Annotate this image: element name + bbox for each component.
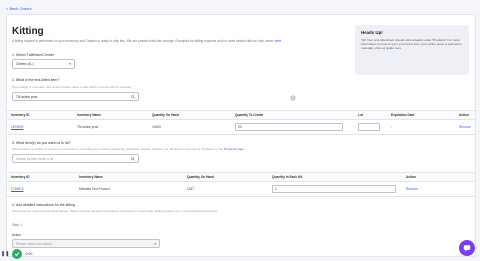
col-action: Action: [402, 172, 475, 182]
table-row: 1739876 Midnatts Test Product 1157 1 Rem…: [7, 181, 475, 197]
page-title: Kitting: [12, 26, 44, 37]
step1-label: 1. Select Fulfillment Center: [12, 53, 55, 57]
pause-icon[interactable]: ❚❚: [1, 251, 9, 257]
expiration-date: -: [387, 119, 455, 135]
quantity-in-kit-input[interactable]: 1: [272, 185, 396, 193]
col-quantity-to-create: Quantity To Create: [231, 110, 354, 120]
inventory-id-link[interactable]: 1875609: [11, 125, 23, 129]
chevron-down-icon: ▾: [69, 62, 71, 66]
end-kitted-item-search[interactable]: TM action prod: [12, 92, 139, 101]
kit-item-search[interactable]: Search by item name or id: [12, 154, 139, 163]
action-select[interactable]: Please select an action... ▾: [12, 239, 160, 248]
col-quantity-on-hand: Quantity On Hand: [183, 172, 268, 182]
action-label: Action: [12, 233, 21, 237]
step-title: Step 1: [12, 223, 23, 227]
col-inventory-id: Inventory ID: [7, 110, 73, 120]
heads-up-panel: Heads Up! Tip! Your end-kitted item shou…: [355, 25, 469, 75]
col-inventory-name: Inventory Name: [73, 110, 148, 120]
remove-button[interactable]: Remove: [459, 125, 471, 129]
end-kitted-item-table: Inventory ID Inventory Name Quantity On …: [7, 110, 475, 135]
kit-items-table: Inventory ID Inventory Name Quantity On …: [7, 172, 475, 197]
back-orders-link[interactable]: < Back Orders: [6, 6, 32, 11]
col-lot: Lot: [354, 110, 387, 120]
step4-helper: Add a step for every product listed abov…: [12, 209, 218, 213]
col-inventory-name: Inventory Name: [75, 172, 183, 182]
heads-up-body: Tip! Your end-kitted item should exist a…: [361, 38, 462, 51]
col-action: Action: [455, 110, 475, 120]
lot-input[interactable]: [358, 123, 380, 131]
chat-button[interactable]: [459, 240, 475, 256]
col-inventory-id: Inventory ID: [7, 172, 75, 182]
guide-link[interactable]: here: [395, 46, 401, 50]
check-icon[interactable]: [12, 249, 23, 259]
inventory-name: Midnatts Test Product: [75, 181, 183, 197]
col-quantity-on-hand: Quantity On Hand: [148, 110, 231, 120]
table-row: 1875609 TM action prod 10000 20 - Remove: [7, 119, 475, 135]
step3-helper: Add all items you'd like to include in y…: [12, 147, 244, 151]
chevron-down-icon: ▾: [154, 241, 156, 246]
step2-label: 2. What is the end-kitted item?: [12, 78, 60, 82]
col-quantity-in-each-kit: Quantity In Each Kit: [268, 172, 402, 182]
step4-label: 4. Add detailed instructions for the kit…: [12, 203, 75, 207]
recorder-toolbar: ❚❚ 0:00: [1, 248, 32, 260]
fulfillment-center-select[interactable]: Cintero (IL) ▾: [12, 59, 75, 69]
chat-icon: [463, 245, 471, 252]
step2-helper: Once kitting is complete, this is the pr…: [12, 85, 132, 89]
search-icon: [131, 94, 135, 99]
inventory-id-link[interactable]: 1739876: [11, 187, 23, 191]
remove-button[interactable]: Remove: [406, 187, 418, 191]
step3-label: 3. What item(s) do you want us to kit?: [12, 141, 71, 145]
loading-spinner-icon: [290, 95, 296, 101]
products-page-link[interactable]: Products page: [224, 147, 244, 151]
quantity-on-hand: 1157: [183, 181, 268, 197]
search-icon: [131, 156, 135, 161]
intro-text: A kitting request is performed on your i…: [12, 39, 282, 43]
quantity-on-hand: 10000: [148, 119, 231, 135]
recording-time: 0:00: [25, 252, 33, 256]
inventory-name: TM action prod: [73, 119, 148, 135]
quantity-to-create-input[interactable]: 20: [235, 123, 343, 131]
col-expiration-date: Expiration Date: [387, 110, 455, 120]
help-center-link[interactable]: here: [275, 39, 281, 43]
heads-up-title: Heads Up!: [361, 30, 383, 35]
